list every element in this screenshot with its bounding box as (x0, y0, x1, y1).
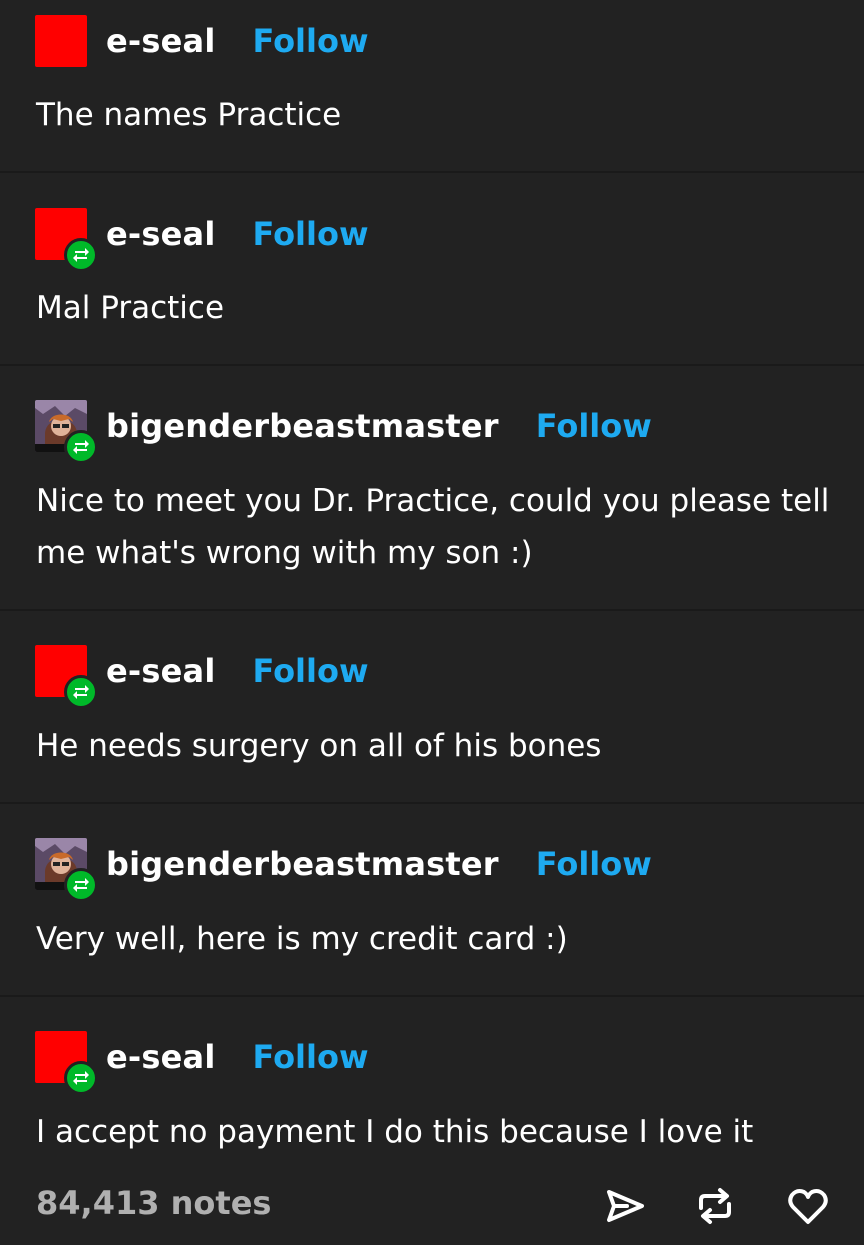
follow-button[interactable]: Follow (253, 215, 369, 253)
post-1: e-seal Follow The names Practice (0, 0, 864, 171)
post-text: The names Practice (36, 97, 342, 133)
follow-button[interactable]: Follow (253, 22, 369, 60)
post-header: bigenderbeastmaster Follow (35, 400, 652, 464)
reblog-badge-icon (64, 675, 98, 709)
reblog-badge-icon (64, 868, 98, 902)
follow-button[interactable]: Follow (253, 1038, 369, 1076)
post-text: I accept no payment I do this because I … (36, 1114, 754, 1150)
follow-button[interactable]: Follow (536, 845, 652, 883)
username[interactable]: e-seal (106, 215, 216, 253)
post-5: bigenderbeastmaster Follow Very well, he… (0, 804, 864, 995)
post-6: e-seal Follow I accept no payment I do t… (0, 997, 864, 1167)
username[interactable]: e-seal (106, 652, 216, 690)
post-text: Very well, here is my credit card :) (36, 921, 568, 957)
avatar[interactable] (35, 645, 98, 709)
post-header: e-seal Follow (35, 645, 369, 709)
avatar[interactable] (35, 208, 98, 272)
notes-count[interactable]: 84,413 notes (36, 1184, 271, 1222)
post-text: He needs surgery on all of his bones (36, 728, 602, 764)
avatar[interactable] (35, 400, 98, 464)
reblog-badge-icon (64, 238, 98, 272)
post-header: e-seal Follow (35, 208, 369, 272)
share-icon[interactable] (603, 1184, 647, 1228)
reblog-icon[interactable] (693, 1184, 737, 1228)
reblog-badge-icon (64, 1061, 98, 1095)
username[interactable]: e-seal (106, 1038, 216, 1076)
follow-button[interactable]: Follow (253, 652, 369, 690)
post-footer: 84,413 notes (0, 1170, 864, 1245)
username[interactable]: e-seal (106, 22, 216, 60)
username[interactable]: bigenderbeastmaster (106, 407, 499, 445)
post-text: Nice to meet you Dr. Practice, could you… (36, 483, 830, 571)
post-header: e-seal Follow (35, 15, 369, 67)
post-text: Mal Practice (36, 290, 225, 326)
post-3: bigenderbeastmaster Follow Nice to meet … (0, 366, 864, 609)
follow-button[interactable]: Follow (536, 407, 652, 445)
post-4: e-seal Follow He needs surgery on all of… (0, 611, 864, 802)
avatar[interactable] (35, 1031, 98, 1095)
avatar-red-square (35, 15, 87, 67)
post-header: bigenderbeastmaster Follow (35, 838, 652, 902)
avatar[interactable] (35, 838, 98, 902)
like-icon[interactable] (786, 1184, 830, 1228)
post-header: e-seal Follow (35, 1031, 369, 1095)
reblog-badge-icon (64, 430, 98, 464)
post-2: e-seal Follow Mal Practice (0, 173, 864, 364)
username[interactable]: bigenderbeastmaster (106, 845, 499, 883)
avatar[interactable] (35, 15, 87, 67)
